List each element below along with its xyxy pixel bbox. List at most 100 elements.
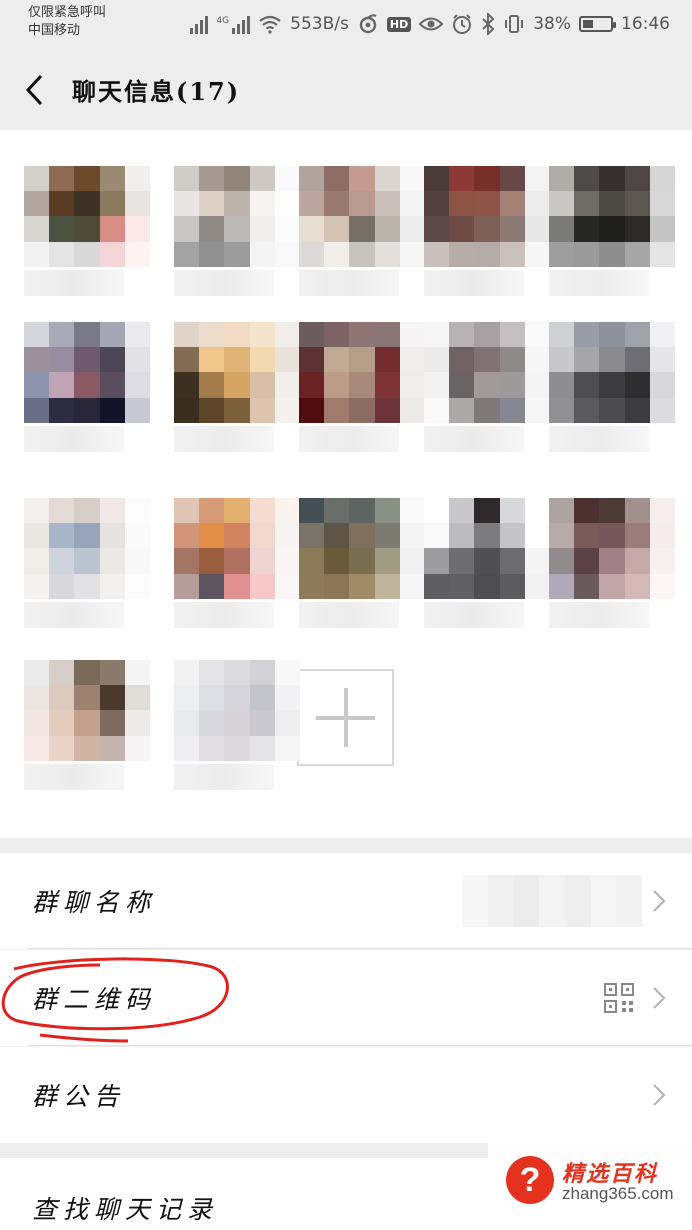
avatar-pixel [49, 523, 75, 549]
avatar-pixel [324, 322, 350, 348]
avatar-pixel [274, 685, 300, 711]
member-avatar[interactable] [424, 498, 550, 638]
avatar-pixel [99, 548, 125, 574]
avatar-pixel [174, 241, 200, 267]
avatar-pixel [549, 498, 575, 524]
avatar-pixel [399, 397, 425, 423]
watermark-logo: ? 精选百科 zhang365.com [488, 1142, 692, 1230]
member-avatar[interactable] [299, 498, 425, 638]
member-avatar[interactable] [24, 498, 150, 638]
hd-icon: HD [386, 16, 412, 32]
avatar-pixel [399, 322, 425, 348]
avatar-pixel [324, 347, 350, 373]
avatar-pixel [624, 347, 650, 373]
member-avatar[interactable] [549, 498, 675, 638]
group-name-row[interactable]: 群聊名称 [0, 853, 692, 949]
avatar-pixel [24, 548, 50, 574]
avatar-pixel [474, 397, 500, 423]
avatar-pixel [599, 166, 625, 192]
avatar-pixel [449, 347, 475, 373]
group-notice-row[interactable]: 群公告 [0, 1047, 692, 1143]
avatar-pixel [549, 372, 575, 398]
avatar-pixel [399, 347, 425, 373]
avatar-pixel [624, 166, 650, 192]
member-avatar[interactable] [24, 322, 150, 462]
avatar-pixel [574, 548, 600, 574]
avatar-pixel [449, 322, 475, 348]
avatar-pixel [49, 322, 75, 348]
avatar-pixel [599, 573, 625, 599]
avatar-pixel [399, 548, 425, 574]
avatar-pixel [499, 548, 525, 574]
avatar-pixel [124, 548, 150, 574]
avatar-pixel [424, 372, 450, 398]
add-member-button[interactable] [297, 669, 394, 766]
avatar-pixel [424, 322, 450, 348]
avatar-pixel [349, 548, 375, 574]
member-name-blurred [24, 764, 124, 790]
member-avatar[interactable] [424, 166, 550, 306]
member-avatar[interactable] [549, 322, 675, 462]
member-avatar[interactable] [174, 660, 300, 800]
member-avatar[interactable] [299, 322, 425, 462]
avatar-pixel [274, 347, 300, 373]
avatar-pixel [524, 372, 550, 398]
avatar-pixel [624, 191, 650, 217]
avatar-pixel [99, 216, 125, 242]
status-icons: 4G 553B/s HD 38% 16:46 [190, 10, 670, 38]
avatar-pixel [324, 372, 350, 398]
avatar-pixel [124, 166, 150, 192]
avatar-pixel [199, 498, 225, 524]
avatar-pixel [524, 573, 550, 599]
avatar-pixel [74, 660, 100, 686]
member-avatar[interactable] [174, 498, 300, 638]
back-arrow-icon[interactable] [22, 72, 52, 108]
avatar-pixel [74, 191, 100, 217]
member-avatar[interactable] [24, 660, 150, 800]
avatar-pixel [224, 166, 250, 192]
avatar-pixel [199, 660, 225, 686]
avatar-pixel [249, 498, 275, 524]
avatar-pixel [349, 241, 375, 267]
avatar-pixel [324, 191, 350, 217]
avatar-pixel [499, 523, 525, 549]
member-avatar[interactable] [549, 166, 675, 306]
avatar-pixel [49, 710, 75, 736]
avatar-pixel [174, 216, 200, 242]
avatar-pixel [449, 573, 475, 599]
avatar-pixel [499, 347, 525, 373]
avatar-pixel [399, 523, 425, 549]
avatar-pixel [49, 397, 75, 423]
avatar-pixel [74, 397, 100, 423]
avatar-pixel [299, 241, 325, 267]
avatar-pixel [524, 191, 550, 217]
avatar-pixel [599, 397, 625, 423]
avatar-pixel [624, 573, 650, 599]
avatar-pixel [74, 548, 100, 574]
avatar-pixel [299, 523, 325, 549]
member-avatar[interactable] [174, 166, 300, 306]
avatar-pixel [524, 216, 550, 242]
member-avatar[interactable] [174, 322, 300, 462]
member-name-blurred [299, 426, 399, 452]
avatar-pixel [449, 372, 475, 398]
avatar-pixel [24, 372, 50, 398]
avatar-pixel [324, 498, 350, 524]
avatar-pixel [349, 372, 375, 398]
member-name-blurred [24, 602, 124, 628]
avatar-pixel [249, 322, 275, 348]
avatar-pixel [74, 735, 100, 761]
question-mark-icon: ? [506, 1156, 554, 1204]
member-avatar[interactable] [424, 322, 550, 462]
avatar-pixel [649, 573, 675, 599]
avatar-pixel [574, 372, 600, 398]
member-name-blurred [174, 270, 274, 296]
carrier-name: 中国移动 [28, 23, 81, 38]
avatar-pixel [74, 523, 100, 549]
avatar-pixel [99, 685, 125, 711]
member-avatar[interactable] [24, 166, 150, 306]
member-avatar[interactable] [299, 166, 425, 306]
avatar-pixel [499, 241, 525, 267]
avatar-pixel [324, 216, 350, 242]
avatar-pixel [224, 498, 250, 524]
